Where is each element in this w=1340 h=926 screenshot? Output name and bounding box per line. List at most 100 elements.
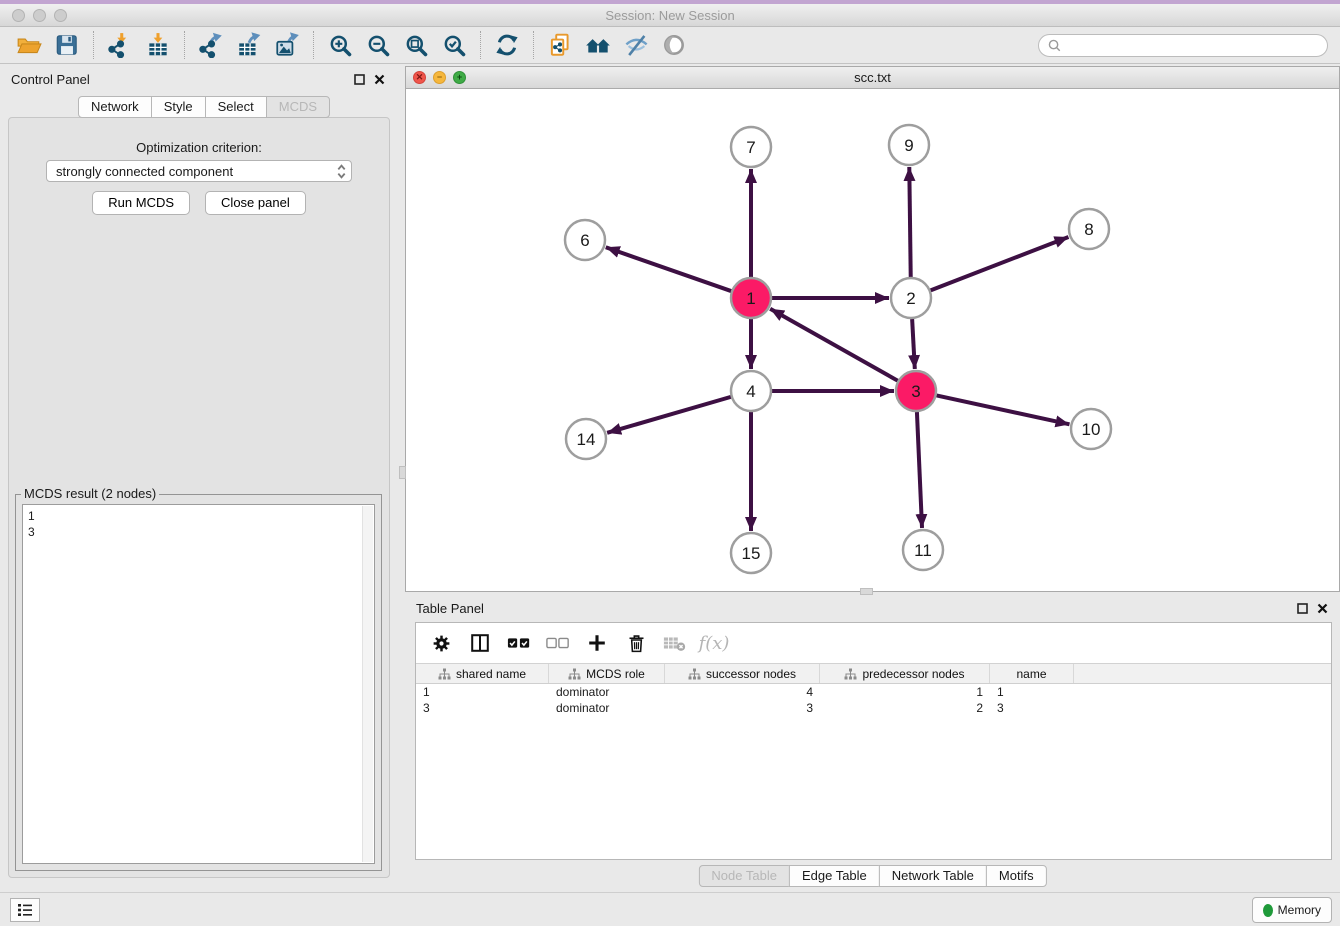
cell-name[interactable]: 1	[990, 684, 1074, 700]
edge-2-8[interactable]	[931, 237, 1069, 290]
network-minimize-button[interactable]: −	[433, 71, 446, 84]
edge-4-14[interactable]	[607, 397, 731, 433]
show-column-panel-button[interactable]	[465, 628, 495, 658]
toolbar-separator	[93, 31, 94, 59]
node-8[interactable]: 8	[1069, 209, 1109, 249]
close-table-panel-icon[interactable]	[1316, 602, 1329, 615]
cell-mcds-role[interactable]: dominator	[549, 700, 665, 716]
node-14[interactable]: 14	[566, 419, 606, 459]
edge-3-11[interactable]	[917, 412, 922, 528]
control-panel-header: Control Panel	[0, 66, 397, 92]
memory-button[interactable]: Memory	[1252, 897, 1332, 923]
edge-2-9[interactable]	[909, 167, 910, 277]
tab-style[interactable]: Style	[151, 96, 206, 118]
task-history-button[interactable]	[10, 898, 40, 922]
column-header-mcds-role[interactable]: MCDS role	[549, 664, 665, 683]
close-panel-icon[interactable]	[373, 73, 386, 86]
cell-predecessor-nodes[interactable]: 1	[820, 684, 990, 700]
float-panel-icon[interactable]	[353, 73, 366, 86]
svg-text:7: 7	[746, 138, 755, 157]
delete-table-button[interactable]	[660, 628, 690, 658]
cell-predecessor-nodes[interactable]: 2	[820, 700, 990, 716]
tab-select[interactable]: Select	[205, 96, 267, 118]
plus-icon	[586, 632, 608, 654]
node-2[interactable]: 2	[891, 278, 931, 318]
column-header-successor-nodes[interactable]: successor nodes	[665, 664, 820, 683]
cell-successor-nodes[interactable]: 3	[665, 700, 820, 716]
edge-3-1[interactable]	[770, 309, 898, 381]
export-network-button[interactable]	[192, 29, 230, 61]
checked-boxes-icon	[507, 635, 531, 651]
splitter-handle-horizontal[interactable]	[860, 588, 873, 595]
refresh-icon	[494, 32, 520, 58]
node-11[interactable]: 11	[903, 530, 943, 570]
dropdown-stepper-icon	[336, 163, 347, 180]
select-all-button[interactable]	[504, 628, 534, 658]
save-session-button[interactable]	[48, 29, 86, 61]
deselect-all-button[interactable]	[543, 628, 573, 658]
network-close-button[interactable]: ✕	[413, 71, 426, 84]
result-scrollbar[interactable]	[362, 506, 373, 862]
create-column-button[interactable]	[582, 628, 612, 658]
show-all-button[interactable]	[655, 29, 693, 61]
network-canvas[interactable]: 7 9 6 8 1 2 4 3 14 10 15 11	[406, 89, 1339, 591]
main-toolbar	[0, 27, 1340, 64]
node-3[interactable]: 3	[896, 371, 936, 411]
cell-successor-nodes[interactable]: 4	[665, 684, 820, 700]
maximize-window-button[interactable]	[54, 9, 67, 22]
close-window-button[interactable]	[12, 9, 25, 22]
mcds-result-text[interactable]: 1 3	[22, 504, 375, 864]
column-header-name[interactable]: name	[990, 664, 1074, 683]
node-4[interactable]: 4	[731, 371, 771, 411]
network-window-title: scc.txt	[406, 70, 1339, 85]
function-builder-button[interactable]: f(x)	[699, 628, 729, 658]
first-neighbors-button[interactable]	[579, 29, 617, 61]
cell-name[interactable]: 3	[990, 700, 1074, 716]
export-table-button[interactable]	[230, 29, 268, 61]
refresh-button[interactable]	[488, 29, 526, 61]
node-10[interactable]: 10	[1071, 409, 1111, 449]
table-settings-button[interactable]	[426, 628, 456, 658]
splitter-handle-vertical[interactable]	[399, 466, 406, 479]
edge-1-6[interactable]	[606, 247, 731, 291]
node-15[interactable]: 15	[731, 533, 771, 573]
minimize-window-button[interactable]	[33, 9, 46, 22]
tab-node-table[interactable]: Node Table	[698, 865, 790, 887]
hide-selected-button[interactable]	[617, 29, 655, 61]
edge-3-10[interactable]	[937, 395, 1070, 424]
run-mcds-button[interactable]: Run MCDS	[92, 191, 190, 215]
node-6[interactable]: 6	[565, 220, 605, 260]
import-network-icon	[107, 32, 133, 58]
close-panel-button[interactable]: Close panel	[205, 191, 306, 215]
node-9[interactable]: 9	[889, 125, 929, 165]
export-image-button[interactable]	[268, 29, 306, 61]
tab-network-table[interactable]: Network Table	[879, 865, 987, 887]
zoom-selected-button[interactable]	[435, 29, 473, 61]
import-table-button[interactable]	[139, 29, 177, 61]
node-7[interactable]: 7	[731, 127, 771, 167]
zoom-fit-button[interactable]	[397, 29, 435, 61]
criterion-dropdown[interactable]: strongly connected component	[46, 160, 352, 182]
cell-shared-name[interactable]: 3	[416, 700, 549, 716]
search-box[interactable]	[1038, 34, 1328, 57]
cell-shared-name[interactable]: 1	[416, 684, 549, 700]
node-1[interactable]: 1	[731, 278, 771, 318]
tab-network[interactable]: Network	[78, 96, 152, 118]
tab-edge-table[interactable]: Edge Table	[789, 865, 880, 887]
tab-motifs[interactable]: Motifs	[986, 865, 1047, 887]
copy-network-button[interactable]	[541, 29, 579, 61]
svg-text:2: 2	[906, 289, 915, 308]
open-session-button[interactable]	[10, 29, 48, 61]
search-input[interactable]	[1067, 37, 1319, 53]
import-network-button[interactable]	[101, 29, 139, 61]
cell-mcds-role[interactable]: dominator	[549, 684, 665, 700]
float-table-panel-icon[interactable]	[1296, 602, 1309, 615]
network-maximize-button[interactable]: +	[453, 71, 466, 84]
tab-mcds[interactable]: MCDS	[266, 96, 330, 118]
zoom-in-button[interactable]	[321, 29, 359, 61]
column-header-shared-name[interactable]: shared name	[416, 664, 549, 683]
delete-column-button[interactable]	[621, 628, 651, 658]
edge-2-3[interactable]	[912, 319, 915, 369]
column-header-predecessor-nodes[interactable]: predecessor nodes	[820, 664, 990, 683]
zoom-out-button[interactable]	[359, 29, 397, 61]
